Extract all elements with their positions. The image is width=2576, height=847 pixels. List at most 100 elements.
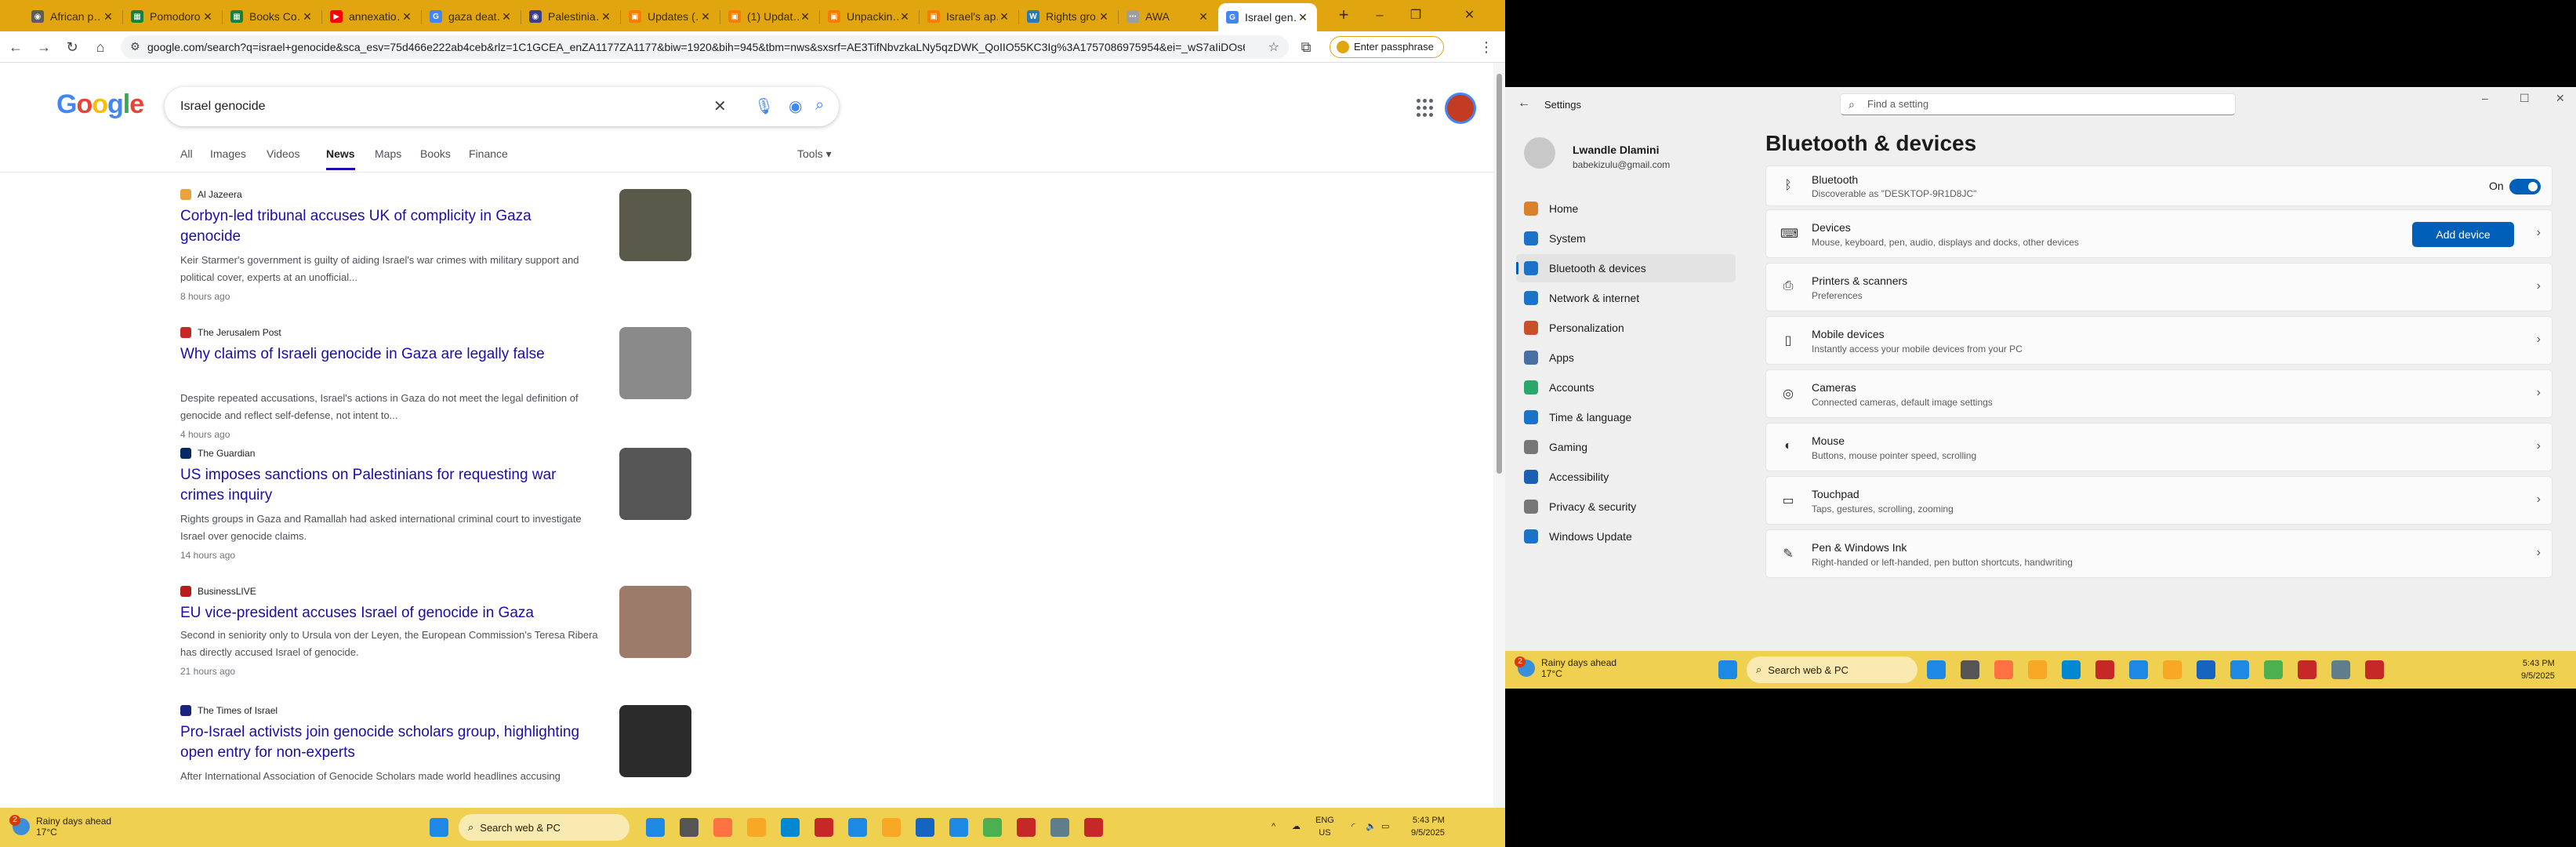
close-button[interactable]: ✕ [2556, 92, 2565, 105]
site-info-icon[interactable]: ⚙ [130, 40, 140, 53]
taskbar-app-icon[interactable] [781, 818, 800, 837]
address-bar[interactable]: ⚙ google.com/search?q=israel+genocide&sc… [121, 35, 1289, 59]
weather-widget[interactable]: 2 Rainy days ahead 17°C [1515, 656, 1616, 679]
tab-close-icon[interactable]: ✕ [998, 10, 1010, 24]
taskbar-app-icon[interactable] [2298, 660, 2317, 679]
result-thumbnail[interactable] [619, 448, 691, 520]
taskbar-app-icon[interactable] [2365, 660, 2384, 679]
add-device-button[interactable]: Add device [2412, 222, 2514, 247]
nav-item[interactable]: Home [1516, 194, 1736, 223]
forward-icon[interactable]: → [33, 36, 55, 58]
start-icon[interactable] [1718, 660, 1737, 679]
tab-close-icon[interactable]: ✕ [401, 10, 413, 24]
wifi-icon[interactable]: ◜ [1351, 820, 1355, 833]
extensions-icon[interactable]: ⧉ [1295, 36, 1317, 58]
settings-card[interactable]: ▭ Touchpad Taps, gestures, scrolling, zo… [1765, 476, 2552, 525]
tab-close-icon[interactable]: ✕ [799, 10, 811, 24]
account-avatar[interactable] [1445, 93, 1476, 124]
taskbar-app-icon[interactable] [1994, 660, 2013, 679]
mic-icon[interactable]: 🎙 [754, 96, 774, 116]
browser-tab[interactable]: ▦ Books Co… ✕ [223, 5, 321, 28]
tray-chevron-icon[interactable]: ^ [1272, 820, 1275, 833]
settings-card[interactable]: ◐ Mouse Buttons, mouse pointer speed, sc… [1765, 423, 2552, 471]
google-logo[interactable]: Google [56, 89, 144, 120]
tab-finance[interactable]: Finance [469, 147, 508, 160]
result-source[interactable]: Al Jazeera [180, 189, 242, 200]
taskbar-app-icon[interactable] [848, 818, 867, 837]
reload-icon[interactable]: ↻ [61, 36, 83, 58]
taskbar-app-icon[interactable] [916, 818, 934, 837]
nav-item[interactable]: Gaming [1516, 433, 1736, 461]
nav-item[interactable]: Accounts [1516, 373, 1736, 402]
browser-tab[interactable]: G Israel gen… ✕ [1218, 3, 1317, 31]
taskbar-app-icon[interactable] [2264, 660, 2283, 679]
taskbar-app-icon[interactable] [713, 818, 732, 837]
result-source[interactable]: BusinessLIVE [180, 586, 256, 597]
new-tab-button[interactable]: + [1333, 4, 1355, 26]
taskbar-app-icon[interactable] [1017, 818, 1036, 837]
tools-button[interactable]: Tools ▾ [797, 147, 832, 161]
menu-icon[interactable]: ⋮ [1475, 36, 1497, 58]
search-icon[interactable]: ⌕ [815, 96, 824, 115]
lens-icon[interactable]: ◉ [789, 96, 802, 116]
taskbar-app-icon[interactable] [1961, 660, 1979, 679]
taskbar-app-icon[interactable] [747, 818, 766, 837]
tab-all[interactable]: All [180, 147, 193, 160]
taskbar-app-icon[interactable] [1050, 818, 1069, 837]
language-indicator[interactable]: ENG US [1315, 814, 1334, 839]
result-source[interactable]: The Jerusalem Post [180, 327, 281, 338]
settings-card[interactable]: ▯ Mobile devices Instantly access your m… [1765, 316, 2552, 365]
google-apps-icon[interactable] [1417, 99, 1435, 118]
taskbar-app-icon[interactable] [2028, 660, 2047, 679]
maximize-button[interactable]: ❐ [1398, 0, 1434, 31]
nav-item[interactable]: Bluetooth & devices [1516, 254, 1736, 282]
find-setting-input[interactable]: ⌕ Find a setting [1840, 93, 2236, 115]
nav-item[interactable]: Apps [1516, 344, 1736, 372]
devices-card[interactable]: ⌨ Devices Mouse, keyboard, pen, audio, d… [1765, 209, 2552, 258]
browser-tab[interactable]: ⋯ AWA ✕ [1119, 5, 1217, 28]
taskbar-app-icon[interactable] [2163, 660, 2182, 679]
result-title-link[interactable]: EU vice-president accuses Israel of geno… [180, 603, 588, 623]
result-thumbnail[interactable] [619, 327, 691, 399]
minimize-button[interactable]: – [1362, 0, 1398, 31]
back-icon[interactable]: ← [1518, 96, 1530, 111]
result-title-link[interactable]: Why claims of Israeli genocide in Gaza a… [180, 344, 588, 365]
onedrive-icon[interactable]: ☁ [1292, 820, 1301, 833]
result-thumbnail[interactable] [619, 189, 691, 261]
tab-close-icon[interactable]: ✕ [699, 10, 712, 24]
browser-tab[interactable]: ▣ (1) Updat… ✕ [720, 5, 819, 28]
taskbar-search[interactable]: ⌕ Search web & PC [1747, 656, 1917, 683]
search-box[interactable]: Israel genocide ✕ 🎙 ◉ ⌕ [165, 87, 839, 126]
volume-icon[interactable]: 🔈 [1366, 820, 1377, 833]
tab-close-icon[interactable]: ✕ [898, 10, 911, 24]
taskbar-app-icon[interactable] [983, 818, 1002, 837]
taskbar-search[interactable]: ⌕ Search web & PC [459, 814, 629, 841]
close-window-button[interactable]: ✕ [1434, 0, 1505, 31]
clock[interactable]: 5:43 PM 9/5/2025 [1411, 814, 1445, 839]
maximize-button[interactable]: ☐ [2520, 92, 2530, 105]
result-thumbnail[interactable] [619, 705, 691, 777]
browser-tab[interactable]: ▶ annexatio… ✕ [322, 5, 421, 28]
nav-item[interactable]: Privacy & security [1516, 493, 1736, 521]
taskbar-app-icon[interactable] [1927, 660, 1946, 679]
browser-tab[interactable]: ▣ Updates (… ✕ [621, 5, 720, 28]
start-icon[interactable] [430, 818, 448, 837]
taskbar-app-icon[interactable] [949, 818, 968, 837]
nav-item[interactable]: Time & language [1516, 403, 1736, 431]
browser-tab[interactable]: ▣ Unpackin… ✕ [820, 5, 919, 28]
clear-icon[interactable]: ✕ [713, 96, 727, 116]
browser-tab[interactable]: W Rights gro… ✕ [1019, 5, 1118, 28]
tab-close-icon[interactable]: ✕ [1098, 10, 1110, 24]
bluetooth-toggle[interactable] [2509, 179, 2541, 194]
weather-widget[interactable]: 2 Rainy days ahead 17°C [9, 815, 111, 838]
taskbar-app-icon[interactable] [646, 818, 665, 837]
taskbar-app-icon[interactable] [2095, 660, 2114, 679]
nav-item[interactable]: Personalization [1516, 314, 1736, 342]
battery-icon[interactable]: ▭ [1381, 820, 1389, 833]
scrollbar-thumb[interactable] [1497, 74, 1502, 474]
taskbar-app-icon[interactable] [2331, 660, 2350, 679]
result-thumbnail[interactable] [619, 586, 691, 658]
browser-tab[interactable]: G gaza deat… ✕ [422, 5, 521, 28]
settings-card[interactable]: ◎ Cameras Connected cameras, default ima… [1765, 369, 2552, 418]
tab-close-icon[interactable]: ✕ [1297, 11, 1309, 24]
